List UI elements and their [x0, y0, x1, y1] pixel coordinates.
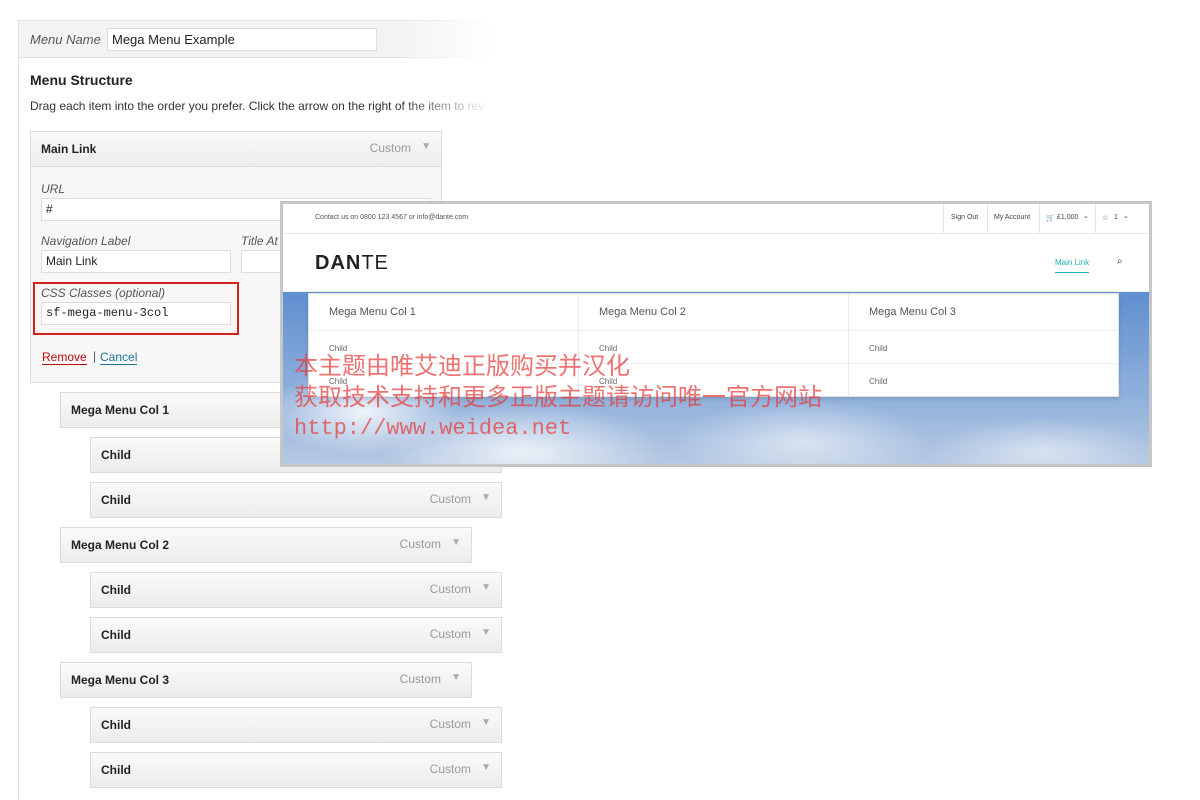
watermark-line-1: 本主题由唯艾迪正版购买并汉化 — [294, 353, 630, 380]
menu-item-type: Custom — [429, 582, 471, 596]
expand-arrow-icon[interactable]: ▼ — [481, 582, 491, 593]
menu-name-bar: Menu Name Mega Menu Example — [19, 20, 501, 58]
menu-item-title: Mega Menu Col 3 — [71, 673, 170, 687]
menu-item-type: Custom — [399, 537, 441, 551]
navigation-label-input[interactable]: Main Link — [41, 250, 231, 273]
mega-menu-item[interactable]: Child — [849, 363, 1119, 396]
menu-item-type: Custom — [429, 492, 471, 506]
mega-menu-column: Mega Menu Col 3 Child Child — [849, 294, 1119, 396]
topbar-divider — [1039, 204, 1040, 234]
sign-out-link[interactable]: Sign Out — [951, 214, 978, 221]
contact-text: Contact us on 0800 123 4567 or info@dant… — [315, 214, 469, 221]
expand-arrow-icon[interactable]: ▼ — [451, 672, 461, 683]
menu-item-title: Child — [101, 448, 131, 462]
nav-main-link[interactable]: Main Link — [1055, 258, 1090, 273]
menu-item-title: Mega Menu Col 2 — [71, 538, 170, 552]
menu-item-mega-col-2[interactable]: Mega Menu Col 2 Custom ▼ — [60, 527, 472, 563]
mega-child-label: Child — [869, 344, 888, 353]
cart-icon[interactable]: 🛒 — [1046, 214, 1055, 222]
site-header: DANTE Main Link ⌕ — [283, 234, 1149, 292]
cancel-link[interactable]: Cancel — [100, 350, 138, 365]
link-separator: | — [93, 349, 97, 363]
topbar-divider — [987, 204, 988, 234]
expand-arrow-icon[interactable]: ▼ — [451, 537, 461, 548]
my-account-link[interactable]: My Account — [994, 214, 1030, 221]
menu-item-title: Child — [101, 763, 131, 777]
url-label: URL — [41, 182, 66, 196]
logo-bold: DAN — [315, 252, 362, 274]
mega-menu-column: Mega Menu Col 1 Child Child — [309, 294, 579, 396]
topbar-divider — [1095, 204, 1096, 234]
expand-arrow-icon[interactable]: ▼ — [481, 762, 491, 773]
wishlist-count[interactable]: 1 — [1114, 214, 1118, 221]
menu-name-input[interactable]: Mega Menu Example — [107, 28, 377, 51]
menu-item-type: Custom — [429, 717, 471, 731]
menu-item-title: Main Link — [41, 142, 97, 156]
menu-item-child[interactable]: Child Custom ▼ — [90, 752, 502, 788]
css-classes-label: CSS Classes (optional) — [41, 286, 166, 300]
mega-child-label: Child — [329, 344, 348, 353]
watermark-url: http://www.weidea.net — [294, 416, 572, 441]
expand-arrow-icon[interactable]: ▼ — [421, 141, 431, 152]
menu-item-child[interactable]: Child Custom ▼ — [90, 617, 502, 653]
menu-item-title: Child — [101, 718, 131, 732]
mega-menu-item[interactable]: Child — [849, 330, 1119, 363]
chevron-down-icon[interactable]: ⌄ — [1123, 212, 1129, 220]
mega-column-title[interactable]: Mega Menu Col 1 — [329, 306, 416, 318]
title-attribute-label: Title At — [241, 234, 278, 248]
remove-link[interactable]: Remove — [42, 350, 87, 365]
mega-child-label: Child — [869, 377, 888, 386]
menu-item-title: Mega Menu Col 1 — [71, 403, 170, 417]
menu-item-title: Child — [101, 628, 131, 642]
menu-item-title: Child — [101, 493, 131, 507]
top-bar: Contact us on 0800 123 4567 or info@dant… — [283, 204, 1149, 234]
menu-item-type: Custom — [429, 627, 471, 641]
mega-column-title[interactable]: Mega Menu Col 3 — [869, 306, 956, 318]
site-logo[interactable]: DANTE — [315, 252, 389, 275]
menu-item-mega-col-3[interactable]: Mega Menu Col 3 Custom ▼ — [60, 662, 472, 698]
mega-menu-dropdown: Mega Menu Col 1 Child Child Mega Menu Co… — [308, 293, 1119, 397]
menu-structure-help: Drag each item into the order you prefer… — [30, 99, 485, 113]
topbar-divider — [943, 204, 944, 234]
menu-item-title: Child — [101, 583, 131, 597]
star-icon[interactable]: ☆ — [1102, 214, 1108, 222]
css-classes-input[interactable]: sf-mega-menu-3col — [41, 302, 231, 325]
chevron-down-icon[interactable]: ⌄ — [1083, 212, 1089, 220]
menu-item-type: Custom — [429, 762, 471, 776]
logo-light: TE — [361, 252, 389, 274]
menu-item-child[interactable]: Child Custom ▼ — [90, 572, 502, 608]
search-icon[interactable]: ⌕ — [1117, 256, 1123, 267]
menu-item-child[interactable]: Child Custom ▼ — [90, 482, 502, 518]
menu-item-type: Custom — [399, 672, 441, 686]
expand-arrow-icon[interactable]: ▼ — [481, 627, 491, 638]
expand-arrow-icon[interactable]: ▼ — [481, 492, 491, 503]
navigation-label-label: Navigation Label — [41, 234, 131, 248]
menu-item-type: Custom — [369, 141, 411, 155]
cart-total[interactable]: £1,000 — [1057, 214, 1078, 221]
menu-structure-heading: Menu Structure — [30, 72, 133, 88]
menu-name-label: Menu Name — [30, 32, 101, 47]
menu-item-child[interactable]: Child Custom ▼ — [90, 707, 502, 743]
mega-column-title[interactable]: Mega Menu Col 2 — [599, 306, 686, 318]
watermark-line-2: 获取技术支持和更多正版主题请访问唯一官方网站 — [294, 384, 822, 411]
mega-child-label: Child — [599, 344, 618, 353]
menu-item-handle[interactable]: Main Link Custom ▼ — [31, 132, 441, 167]
mega-menu-column: Mega Menu Col 2 Child Child — [579, 294, 849, 396]
expand-arrow-icon[interactable]: ▼ — [481, 717, 491, 728]
